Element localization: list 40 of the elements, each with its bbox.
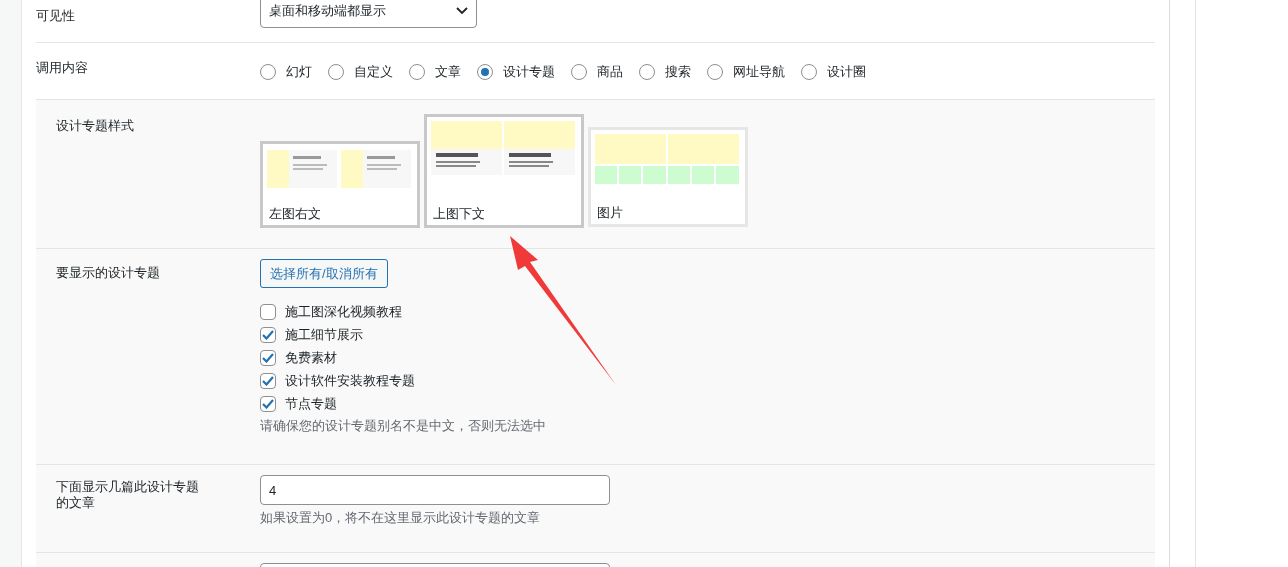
- select-all-button[interactable]: 选择所有/取消所有: [260, 259, 388, 288]
- style-option[interactable]: 左图右文: [260, 141, 420, 228]
- post-count-input[interactable]: 4: [260, 475, 610, 505]
- radio-option[interactable]: 设计专题: [477, 62, 555, 82]
- radio-button[interactable]: [801, 63, 817, 80]
- visibility-select[interactable]: 桌面和移动端都显示: [260, 0, 477, 28]
- radio-option[interactable]: 搜索: [639, 62, 691, 82]
- radio-option[interactable]: 自定义: [328, 62, 393, 82]
- checkbox[interactable]: [260, 326, 276, 343]
- radio-button[interactable]: [409, 63, 425, 80]
- topic-checkbox-item[interactable]: 节点专题: [260, 395, 1155, 412]
- radio-button[interactable]: [571, 63, 587, 80]
- topic-checkbox-item[interactable]: 施工细节展示: [260, 326, 1155, 343]
- radio-option[interactable]: 网址导航: [707, 62, 785, 82]
- checkbox[interactable]: [260, 372, 276, 389]
- hint-text: 请确保您的设计专题别名不是中文，否则无法选中: [260, 417, 547, 435]
- checkbox[interactable]: [260, 349, 276, 366]
- hint-text: 如果设置为0，将不在这里显示此设计专题的文章: [260, 509, 542, 527]
- radio-option[interactable]: 文章: [409, 62, 461, 82]
- style-option[interactable]: 上图下文: [424, 114, 584, 228]
- radio-button[interactable]: [707, 63, 723, 80]
- radio-option[interactable]: 商品: [571, 62, 623, 82]
- radio-button[interactable]: [328, 63, 344, 80]
- topic-checkbox-item[interactable]: 施工图深化视频教程: [260, 303, 1155, 320]
- radio-button[interactable]: [639, 63, 655, 80]
- topic-checkbox-item[interactable]: 免费素材: [260, 349, 1155, 366]
- topic-checkbox-item[interactable]: 设计软件安装教程专题: [260, 372, 1155, 389]
- field-label: 下面显示几篇此设计专题的文章: [55, 478, 200, 512]
- radio-button[interactable]: [477, 63, 493, 80]
- chevron-down-icon: [456, 7, 468, 15]
- field-label: 要显示的设计专题: [55, 264, 161, 282]
- radio-option[interactable]: 幻灯: [260, 62, 312, 82]
- field-label: 可见性: [36, 7, 76, 25]
- checkbox[interactable]: [260, 303, 276, 320]
- radio-option[interactable]: 设计圈: [801, 62, 866, 82]
- style-option[interactable]: 图片: [588, 127, 748, 227]
- field-label: 调用内容: [36, 59, 89, 77]
- checkbox[interactable]: [260, 395, 276, 412]
- radio-button[interactable]: [260, 63, 276, 80]
- field-label: 设计专题样式: [55, 117, 135, 135]
